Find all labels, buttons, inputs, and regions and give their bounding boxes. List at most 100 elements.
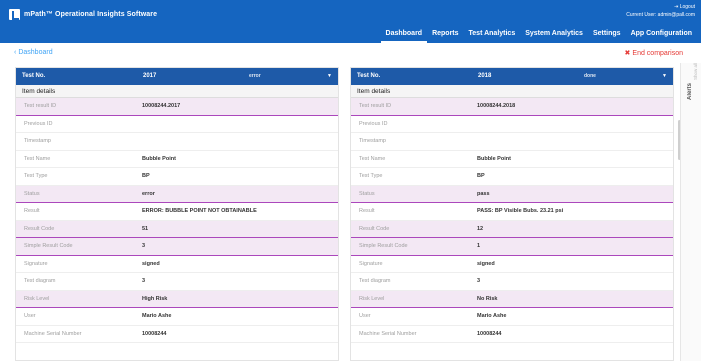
field-label: Test Type — [359, 173, 383, 180]
field-value: Bubble Point — [142, 155, 176, 162]
rail-other-label[interactable]: Show all — [693, 63, 698, 80]
chevron-down-icon[interactable]: ▼ — [662, 73, 667, 79]
field-label: Signature — [24, 260, 48, 267]
section-title: Item details — [351, 85, 673, 98]
nav-test-analytics[interactable]: Test Analytics — [464, 30, 521, 43]
comparison-panel-right: Test No. 2018 done ▼ Item details Test r… — [350, 67, 674, 361]
section-title: Item details — [16, 85, 338, 98]
nav-reports[interactable]: Reports — [427, 30, 463, 43]
field-label: Machine Serial Number — [24, 330, 82, 337]
brand[interactable]: mPath™ Operational Insights Software — [9, 9, 157, 20]
field-value: BP — [142, 173, 150, 180]
back-label: Dashboard — [18, 49, 53, 56]
field-label: Signature — [359, 260, 383, 267]
table-row: Test Name Bubble Point — [16, 151, 338, 168]
logo-icon — [9, 9, 20, 20]
field-label: Previous ID — [359, 120, 388, 127]
back-to-dashboard-link[interactable]: ‹ Dashboard — [14, 49, 53, 56]
sub-bar: ‹ Dashboard ✖ End comparison — [0, 43, 701, 63]
field-value: signed — [142, 260, 160, 267]
nav-settings[interactable]: Settings — [588, 30, 626, 43]
field-label: Risk Level — [359, 295, 385, 302]
table-row: Test Name Bubble Point — [351, 151, 673, 168]
table-row: Result PASS: BP Visible Bubs. 23.21 psi — [351, 203, 673, 221]
chevron-down-icon[interactable]: ▼ — [327, 73, 332, 79]
field-label: Test Name — [24, 155, 51, 162]
field-label: Previous ID — [24, 120, 53, 127]
table-row: Result Code 51 — [16, 220, 338, 238]
field-value: Mario Ashe — [477, 313, 507, 320]
field-value: 3 — [142, 243, 146, 250]
field-label: Test result ID — [24, 103, 57, 110]
current-user: Current User: admin@pall.com — [626, 12, 695, 18]
panel-header[interactable]: Test No. 2017 error ▼ — [16, 68, 338, 85]
chevron-left-icon: ‹ — [14, 49, 17, 56]
table-row: Machine Serial Number 10008244 — [351, 326, 673, 343]
nav-system-analytics[interactable]: System Analytics — [520, 30, 588, 43]
field-label: User — [359, 313, 371, 320]
comparison-panel-left: Test No. 2017 error ▼ Item details Test … — [15, 67, 339, 361]
nav-dashboard[interactable]: Dashboard — [380, 30, 428, 43]
field-label: Result — [24, 208, 40, 215]
field-value: 10008244.2017 — [142, 103, 181, 110]
field-value: pass — [477, 190, 490, 197]
top-bar: mPath™ Operational Insights Software ⇥ L… — [0, 0, 701, 43]
field-value: 3 — [477, 278, 481, 285]
field-value: 10008244.2018 — [477, 103, 516, 110]
field-value: 51 — [142, 225, 149, 232]
field-value: BP — [477, 173, 485, 180]
field-value: PASS: BP Visible Bubs. 23.21 psi — [477, 208, 564, 215]
field-label: Test diagram — [24, 278, 56, 285]
table-row: Test Type BP — [351, 168, 673, 186]
field-value: error — [142, 190, 155, 197]
test-state: error — [249, 73, 261, 79]
table-row: User Mario Ashe — [351, 308, 673, 326]
table-row: User Mario Ashe — [16, 308, 338, 326]
nav-app-configuration[interactable]: App Configuration — [626, 30, 697, 43]
table-row: Test diagram 3 — [16, 273, 338, 291]
main-nav: Dashboard Reports Test Analytics System … — [380, 30, 697, 43]
table-row: Simple Result Code 3 — [16, 238, 338, 256]
field-value: 3 — [142, 278, 146, 285]
field-label: Test diagram — [359, 278, 391, 285]
end-comparison-label: End comparison — [632, 49, 683, 57]
table-row: Machine Serial Number 10008244 — [16, 326, 338, 343]
field-label: Machine Serial Number — [359, 330, 417, 337]
field-label: User — [24, 313, 36, 320]
field-value: 12 — [477, 225, 484, 232]
field-label: Status — [359, 190, 375, 197]
table-row: Status error — [16, 185, 338, 203]
table-row: Test result ID 10008244.2017 — [16, 98, 338, 116]
table-row: Test Type BP — [16, 168, 338, 186]
test-number: 2018 — [478, 73, 492, 79]
field-label: Test Name — [359, 155, 386, 162]
field-value: signed — [477, 260, 495, 267]
table-row: Result Code 12 — [351, 220, 673, 238]
field-label: Simple Result Code — [24, 243, 73, 250]
table-row: Timestamp — [351, 133, 673, 151]
field-value: Mario Ashe — [142, 313, 172, 320]
field-label: Timestamp — [359, 138, 386, 145]
field-label: Timestamp — [24, 138, 51, 145]
end-comparison-button[interactable]: ✖ End comparison — [624, 49, 683, 58]
field-value: 10008244 — [142, 330, 167, 337]
field-value: 10008244 — [477, 330, 502, 337]
close-icon: ✖ — [624, 50, 631, 57]
alerts-tab[interactable]: Alerts — [687, 83, 693, 100]
table-row: Test diagram 3 — [351, 273, 673, 291]
table-row: Previous ID — [16, 116, 338, 133]
field-value: ERROR: BUBBLE POINT NOT OBTAINABLE — [142, 208, 257, 215]
table-row: Result ERROR: BUBBLE POINT NOT OBTAINABLE — [16, 203, 338, 221]
field-label: Status — [24, 190, 40, 197]
alerts-rail: Show all Alerts — [680, 63, 701, 361]
table-row: Risk Level No Risk — [351, 290, 673, 308]
field-value: No Risk — [477, 295, 498, 302]
table-row: Risk Level High Risk — [16, 290, 338, 308]
field-label: Risk Level — [24, 295, 50, 302]
table-row: Timestamp — [16, 133, 338, 151]
table-row: Status pass — [351, 185, 673, 203]
panel-header[interactable]: Test No. 2018 done ▼ — [351, 68, 673, 85]
field-label: Test result ID — [359, 103, 392, 110]
logout-link[interactable]: ⇥ Logout — [674, 4, 695, 10]
field-label: Test Type — [24, 173, 48, 180]
